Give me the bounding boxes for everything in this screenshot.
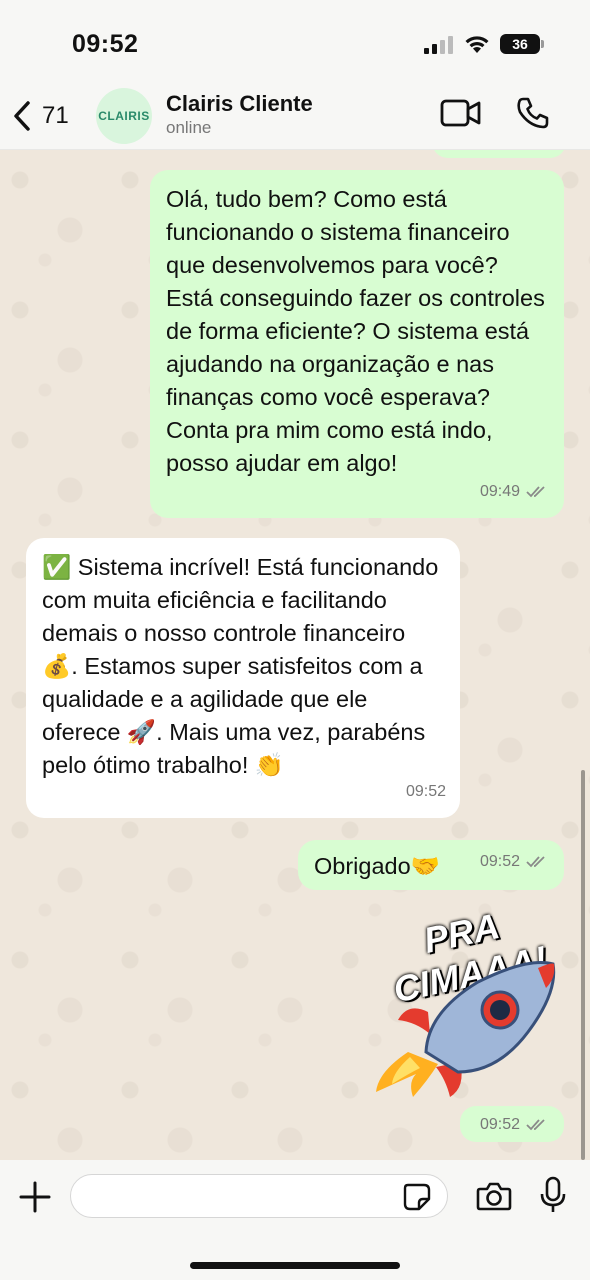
message-meta: 09:52 — [480, 1116, 550, 1134]
message-text: ✅ Sistema incrível! Está funcionando com… — [42, 554, 445, 778]
chat-messages[interactable]: Olá, tudo bem? Como está funcionando o s… — [0, 150, 590, 1160]
cellular-signal-icon — [424, 36, 454, 54]
message-meta: 09:49 — [480, 475, 550, 508]
phone-icon[interactable] — [515, 95, 551, 131]
previous-message-fragment — [432, 150, 566, 158]
message-text: Olá, tudo bem? Como está funcionando o s… — [166, 186, 552, 476]
outgoing-message[interactable]: Obrigado🤝 09:52 — [298, 840, 564, 890]
battery-cap — [541, 40, 544, 48]
message-input[interactable] — [70, 1174, 448, 1218]
avatar-logo-text: CLAIRIS — [98, 109, 150, 123]
contact-status: online — [166, 118, 212, 137]
back-button[interactable]: 71 — [10, 96, 69, 136]
message-time: 09:52 — [479, 853, 520, 870]
status-time: 09:52 — [72, 30, 139, 58]
message-time: 09:52 — [479, 1116, 520, 1133]
message-meta: 09:52 — [480, 845, 550, 878]
sticker-icon[interactable] — [402, 1182, 432, 1212]
camera-icon[interactable] — [476, 1180, 512, 1212]
battery-indicator: 36 — [500, 34, 540, 54]
message-time: 09:49 — [479, 483, 520, 500]
sticker-timestamp: 09:52 — [460, 1106, 564, 1142]
rocket-sticker[interactable]: PRA CIMAAA! — [368, 902, 564, 1102]
message-meta: 09:52 — [406, 775, 446, 808]
double-check-icon — [526, 1119, 545, 1131]
message-time: 09:52 — [405, 783, 446, 800]
chat-scrollbar[interactable] — [581, 770, 585, 1160]
plus-icon[interactable] — [18, 1180, 52, 1214]
rocket-icon — [376, 960, 556, 1097]
unread-count: 71 — [42, 102, 69, 129]
microphone-icon[interactable] — [540, 1176, 566, 1214]
status-bar: 09:52 36 — [0, 0, 590, 80]
outgoing-message[interactable]: Olá, tudo bem? Como está funcionando o s… — [150, 170, 564, 518]
wifi-icon — [465, 36, 489, 53]
video-call-icon[interactable] — [440, 98, 482, 128]
message-composer — [0, 1160, 590, 1280]
contact-avatar[interactable]: CLAIRIS — [96, 88, 152, 144]
chat-header: 71 CLAIRIS Clairis Cliente online — [0, 80, 590, 150]
contact-name[interactable]: Clairis Cliente — [166, 91, 313, 117]
double-check-icon — [526, 485, 545, 497]
back-chevron-icon — [14, 101, 30, 131]
home-indicator[interactable] — [190, 1262, 400, 1269]
incoming-message[interactable]: ✅ Sistema incrível! Está funcionando com… — [26, 538, 460, 818]
double-check-icon — [526, 855, 545, 867]
